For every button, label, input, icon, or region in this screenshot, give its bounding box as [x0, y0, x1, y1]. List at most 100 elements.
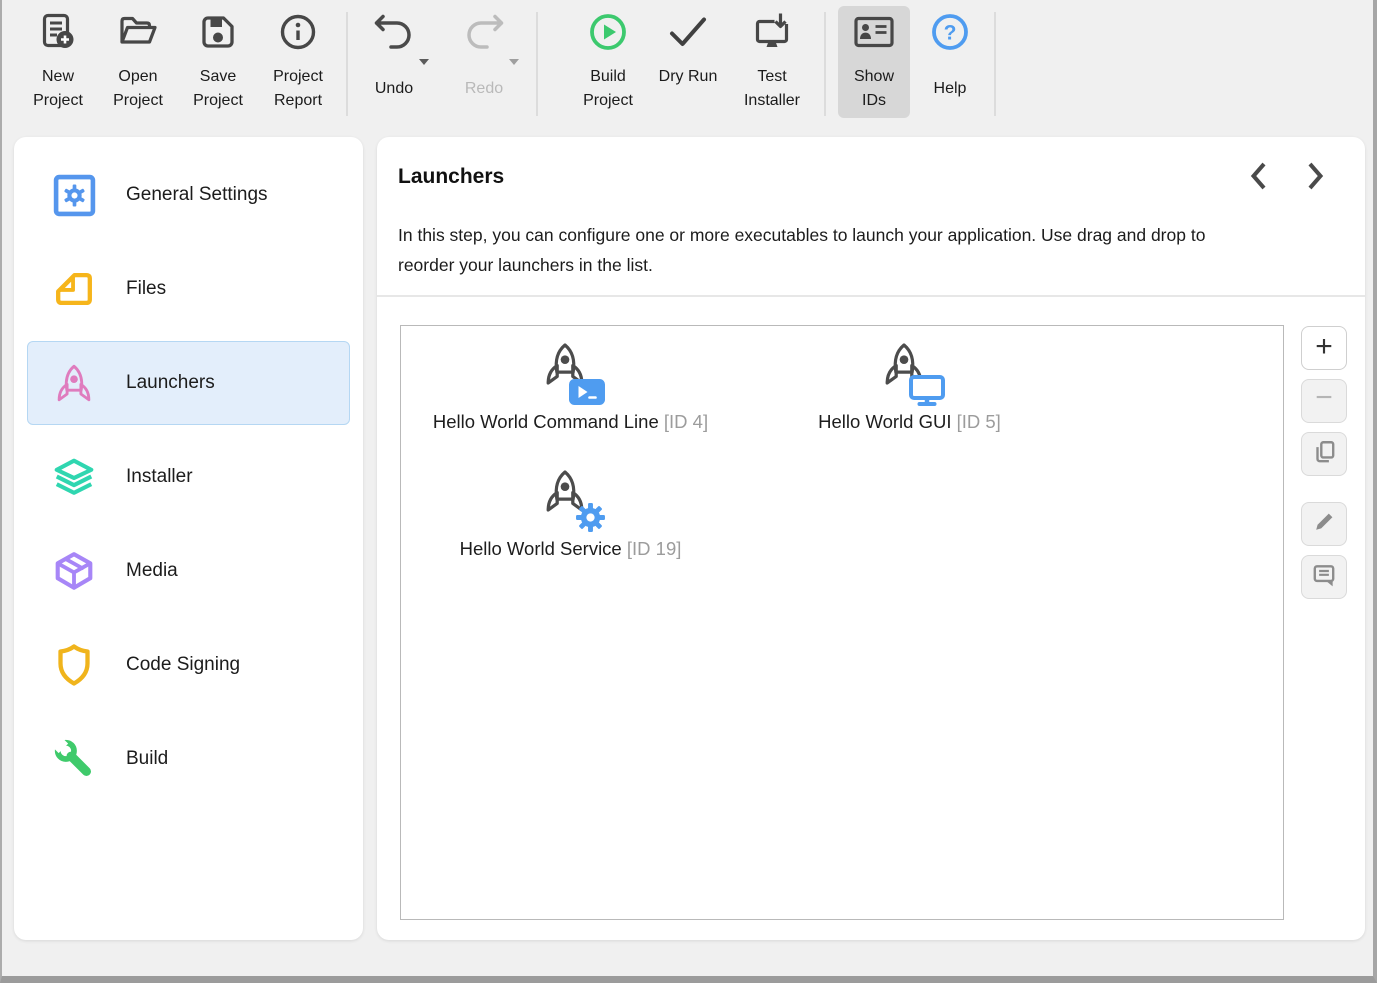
- save-project-button[interactable]: Save Project: [178, 6, 258, 112]
- file-icon: [51, 266, 97, 312]
- rocket-icon: [51, 360, 97, 406]
- sidebar-item-label: Code Signing: [126, 654, 240, 676]
- gear-badge-icon: [575, 502, 606, 533]
- divider: [377, 295, 1365, 297]
- toolbar-separator: [994, 12, 996, 116]
- launcher-label: Hello World GUI [ID 5]: [818, 411, 1001, 433]
- toolbar-separator: [536, 12, 538, 116]
- app-window: New Project Open Project Save Project: [0, 0, 1377, 983]
- launcher-id: [ID 5]: [957, 411, 1001, 432]
- sidebar-item-label: Files: [126, 278, 166, 300]
- toolbar-button-label: Project Report: [266, 65, 330, 112]
- toolbar-button-label: Dry Run: [656, 65, 720, 89]
- plus-icon: +: [1315, 332, 1333, 362]
- sidebar-item-label: General Settings: [126, 184, 268, 206]
- sidebar-item-launchers[interactable]: Launchers: [27, 341, 350, 425]
- launcher-icon: [539, 468, 603, 530]
- copy-icon: [1311, 439, 1337, 470]
- launcher-icon: [878, 341, 942, 403]
- project-report-button[interactable]: Project Report: [258, 6, 338, 112]
- step-sidebar: General Settings Files Launchers: [14, 137, 363, 940]
- launcher-name: Hello World Command Line: [433, 411, 659, 432]
- sidebar-item-label: Installer: [126, 466, 193, 488]
- sidebar-item-label: Media: [126, 560, 178, 582]
- test-installer-button[interactable]: Test Installer: [728, 6, 816, 112]
- launcher-item-command-line[interactable]: Hello World Command Line [ID 4]: [401, 333, 740, 460]
- toolbar-separator: [824, 12, 826, 116]
- duplicate-launcher-button[interactable]: [1301, 432, 1347, 476]
- toolbar-button-label: Help: [934, 77, 967, 101]
- monitor-badge-icon: [909, 375, 945, 406]
- comment-launcher-button[interactable]: [1301, 555, 1347, 599]
- show-ids-button[interactable]: Show IDs: [838, 6, 910, 118]
- toolbar-button-label: Test Installer: [740, 65, 804, 112]
- launcher-id: [ID 19]: [627, 538, 682, 559]
- launcher-name: Hello World GUI: [818, 411, 951, 432]
- launcher-icon: [539, 341, 603, 403]
- test-installer-icon: [750, 10, 794, 54]
- launcher-item-gui[interactable]: Hello World GUI [ID 5]: [740, 333, 1079, 460]
- add-launcher-button[interactable]: +: [1301, 326, 1347, 370]
- chevron-right-icon: [1307, 161, 1325, 196]
- toolbar-button-label: Show IDs: [842, 65, 906, 112]
- open-project-button[interactable]: Open Project: [98, 6, 178, 112]
- wrench-icon: [51, 736, 97, 782]
- toolbar-separator: [346, 12, 348, 116]
- sidebar-item-installer[interactable]: Installer: [27, 435, 350, 519]
- new-project-button[interactable]: New Project: [18, 6, 98, 112]
- toolbar-button-label: New Project: [26, 65, 90, 112]
- gear-square-icon: [51, 172, 97, 218]
- comment-icon: [1311, 562, 1337, 593]
- project-report-icon: [276, 10, 320, 54]
- launcher-actions: + −: [1301, 326, 1347, 608]
- help-button[interactable]: ? Help: [914, 6, 986, 101]
- undo-button[interactable]: Undo: [356, 6, 432, 101]
- new-project-icon: [36, 10, 80, 54]
- toolbar: New Project Open Project Save Project: [2, 0, 1373, 126]
- chevron-left-icon: [1249, 161, 1267, 196]
- build-project-icon: [586, 10, 630, 54]
- launcher-item-service[interactable]: Hello World Service [ID 19]: [401, 460, 740, 587]
- help-icon: ?: [928, 10, 972, 54]
- toolbar-button-label: Save Project: [186, 65, 250, 112]
- redo-dropdown-arrow-icon[interactable]: [509, 59, 519, 65]
- svg-text:?: ?: [944, 22, 957, 45]
- sidebar-item-files[interactable]: Files: [27, 247, 350, 331]
- step-navigation: [1243, 161, 1331, 195]
- toolbar-button-label: Build Project: [576, 65, 640, 112]
- edit-launcher-button[interactable]: [1301, 502, 1347, 546]
- package-icon: [51, 548, 97, 594]
- toolbar-button-label: Undo: [375, 77, 413, 101]
- layers-icon: [51, 454, 97, 500]
- sidebar-item-label: Launchers: [126, 372, 215, 394]
- sidebar-item-label: Build: [126, 748, 168, 770]
- sidebar-item-code-signing[interactable]: Code Signing: [27, 623, 350, 707]
- redo-icon: [462, 10, 506, 54]
- toolbar-button-label: Redo: [465, 77, 503, 101]
- dry-run-button[interactable]: Dry Run: [648, 6, 728, 89]
- undo-dropdown-arrow-icon[interactable]: [419, 59, 429, 65]
- dry-run-icon: [666, 10, 710, 54]
- pencil-icon: [1312, 510, 1336, 539]
- toolbar-button-label: Open Project: [106, 65, 170, 112]
- sidebar-item-build[interactable]: Build: [27, 717, 350, 801]
- sidebar-item-media[interactable]: Media: [27, 529, 350, 613]
- next-step-button[interactable]: [1301, 161, 1331, 195]
- launcher-label: Hello World Service [ID 19]: [460, 538, 682, 560]
- shield-icon: [51, 642, 97, 688]
- show-ids-icon: [852, 10, 896, 54]
- sidebar-item-general-settings[interactable]: General Settings: [27, 153, 350, 237]
- terminal-badge-icon: [568, 378, 606, 406]
- previous-step-button[interactable]: [1243, 161, 1273, 195]
- remove-launcher-button[interactable]: −: [1301, 379, 1347, 423]
- main-panel: Launchers In this step, you can configur…: [377, 137, 1365, 940]
- build-project-button[interactable]: Build Project: [568, 6, 648, 112]
- launcher-id: [ID 4]: [664, 411, 708, 432]
- undo-icon: [372, 10, 416, 54]
- step-description: In this step, you can configure one or m…: [398, 221, 1220, 280]
- minus-icon: −: [1315, 383, 1333, 413]
- page-title: Launchers: [398, 165, 504, 189]
- redo-button[interactable]: Redo: [446, 6, 522, 101]
- save-project-icon: [196, 10, 240, 54]
- launcher-name: Hello World Service: [460, 538, 622, 559]
